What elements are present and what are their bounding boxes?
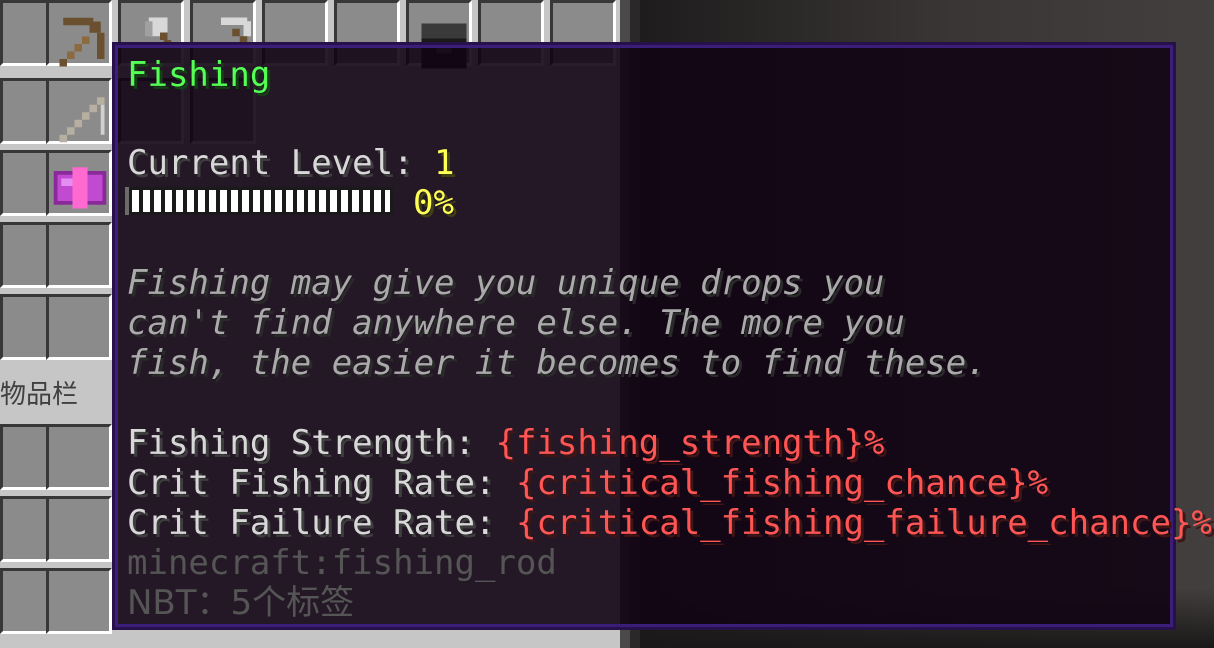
current-level-label: Current Level: xyxy=(127,143,435,183)
stat-label: Fishing Strength: xyxy=(127,423,496,463)
fishing-rod-icon[interactable] xyxy=(52,86,112,146)
inventory-slot[interactable] xyxy=(46,222,112,288)
description-line: fish, the easier it becomes to find thes… xyxy=(127,343,987,383)
stat-label: Crit Fishing Rate: xyxy=(127,463,516,503)
stat-fishing-strength: Fishing Strength: {fishing_strength}% xyxy=(127,423,884,463)
stat-crit-fishing-rate: Crit Fishing Rate: {critical_fishing_cha… xyxy=(127,463,1048,503)
stat-value: {fishing_strength}% xyxy=(495,423,885,463)
description-line: can't find anywhere else. The more you xyxy=(127,303,905,343)
inventory-slot[interactable] xyxy=(46,424,112,490)
wooden-pickaxe-icon[interactable] xyxy=(52,14,112,74)
current-level-value: 1 xyxy=(434,143,455,183)
game-scene: 物品栏 Fishing Current Level: 1 0% Fishing … xyxy=(0,0,1214,648)
inventory-slot[interactable] xyxy=(46,294,112,360)
tooltip-title: Fishing xyxy=(127,55,271,95)
stat-value: {critical_fishing_chance}% xyxy=(515,463,1049,503)
inventory-label: 物品栏 xyxy=(0,372,112,418)
enchanted-book-icon[interactable] xyxy=(50,156,110,216)
item-tooltip: Fishing Current Level: 1 0% Fishing may … xyxy=(112,42,1212,630)
level-progress-bar xyxy=(129,187,393,215)
stat-value: {critical_fishing_failure_chance}% xyxy=(515,503,1212,543)
current-level-line: Current Level: 1 xyxy=(127,143,455,183)
stat-crit-failure-rate: Crit Failure Rate: {critical_fishing_fai… xyxy=(127,503,1212,543)
level-progress-percent: 0% xyxy=(413,183,454,223)
nbt-tag-count: NBT：5个标签 xyxy=(127,583,355,623)
description-line: Fishing may give you unique drops you xyxy=(127,263,885,303)
inventory-slot[interactable] xyxy=(46,568,112,634)
inventory-slot[interactable] xyxy=(46,496,112,562)
item-id: minecraft:fishing_rod xyxy=(127,543,557,583)
stat-label: Crit Failure Rate: xyxy=(127,503,516,543)
